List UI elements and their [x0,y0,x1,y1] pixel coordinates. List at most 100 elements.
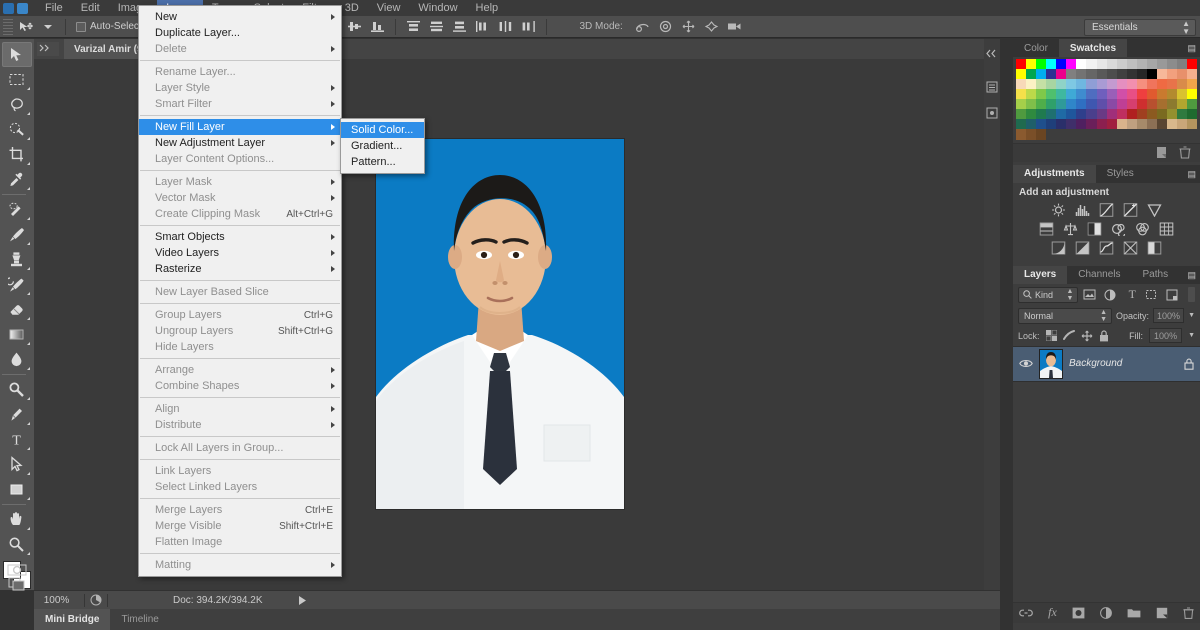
move-tool-icon[interactable] [15,18,37,36]
color-swatch[interactable] [1066,99,1077,110]
document-canvas-photo[interactable] [375,138,625,510]
color-swatch[interactable] [1076,99,1087,110]
zoom-tool-icon[interactable] [2,532,32,557]
color-swatch[interactable] [1116,69,1127,80]
gradient-map-icon[interactable] [1122,241,1139,256]
color-swatch[interactable] [1136,99,1147,110]
menu-item-layer-style[interactable]: Layer Style [139,80,341,96]
menu-item-new-layer-based-slice[interactable]: New Layer Based Slice [139,284,341,300]
color-swatch[interactable] [1177,99,1188,110]
bottom-tab-timeline[interactable]: Timeline [110,609,169,630]
tab-adjustments[interactable]: Adjustments [1013,164,1096,183]
opacity-chevron-icon[interactable]: ▼ [1188,312,1195,319]
history-brush-tool-icon[interactable] [2,272,32,297]
color-swatch[interactable] [1026,119,1037,130]
color-swatch[interactable] [1066,79,1077,90]
color-balance-icon[interactable] [1062,222,1079,237]
color-swatch[interactable] [1136,69,1147,80]
color-swatch[interactable] [1187,109,1198,120]
color-swatch[interactable] [1187,119,1198,130]
color-swatch[interactable] [1036,99,1047,110]
color-swatch[interactable] [1026,109,1037,120]
color-swatch[interactable] [1036,79,1047,90]
hand-tool-icon[interactable] [2,507,32,532]
color-swatch[interactable] [1156,69,1167,80]
color-swatch[interactable] [1166,59,1177,70]
color-swatch[interactable] [1136,109,1147,120]
color-swatch[interactable] [1086,79,1097,90]
color-swatch[interactable] [1126,89,1137,100]
rectangle-tool-icon[interactable] [2,477,32,502]
color-swatch[interactable] [1096,99,1107,110]
color-swatch[interactable] [1116,79,1127,90]
color-swatch[interactable] [1046,99,1057,110]
lock-image-pixels-icon[interactable] [1062,330,1075,341]
color-swatch[interactable] [1076,119,1087,130]
color-swatch[interactable] [1076,109,1087,120]
tab-swatches[interactable]: Swatches [1058,39,1128,57]
color-swatch[interactable] [1086,109,1097,120]
color-swatch[interactable] [1116,99,1127,110]
color-swatch[interactable] [1096,119,1107,130]
link-layers-icon[interactable] [1019,608,1033,618]
color-swatch[interactable] [1156,89,1167,100]
menu-item-layer-content-options[interactable]: Layer Content Options... [139,151,341,167]
exposure-icon[interactable] [1122,203,1139,218]
color-swatch[interactable] [1076,89,1087,100]
dock-collapse-icon[interactable] [37,42,59,56]
color-swatch[interactable] [1106,99,1117,110]
eraser-tool-icon[interactable] [2,297,32,322]
hue-saturation-icon[interactable] [1038,222,1055,237]
eyedropper-tool-icon[interactable] [2,167,32,192]
align-bottom-edges-icon[interactable] [367,18,388,36]
menu-item-distribute[interactable]: Distribute [139,417,341,433]
swatches-panel-menu-icon[interactable]: ▤ [1187,43,1196,54]
add-layer-mask-icon[interactable] [1072,607,1085,619]
blend-mode-select[interactable]: Normal ▲ ▼ [1018,307,1113,324]
color-swatch[interactable] [1146,79,1157,90]
color-swatch[interactable] [1146,99,1157,110]
menubar-item-view[interactable]: View [368,0,410,16]
layer-list[interactable]: Background [1013,345,1200,382]
color-swatch[interactable] [1136,119,1147,130]
color-swatch[interactable] [1106,69,1117,80]
doc-info-icon[interactable] [90,594,102,606]
menubar-item-help[interactable]: Help [467,0,508,16]
color-swatch[interactable] [1056,89,1067,100]
menu-item-layer-mask[interactable]: Layer Mask [139,174,341,190]
color-swatch[interactable] [1016,129,1027,140]
color-swatch[interactable] [1036,59,1047,70]
filter-adjustment-icon[interactable] [1104,289,1120,301]
delete-layer-icon[interactable] [1183,606,1194,619]
color-swatch[interactable] [1016,59,1027,70]
menu-item-group-layers[interactable]: Group Layers Ctrl+G [139,307,341,323]
color-swatch[interactable] [1166,119,1177,130]
color-swatch[interactable] [1026,59,1037,70]
3d-camera-icon[interactable] [724,18,745,36]
menubar-item-window[interactable]: Window [409,0,466,16]
adjustments-panel-menu-icon[interactable]: ▤ [1187,169,1196,180]
threshold-icon[interactable] [1098,241,1115,256]
photo-filter-icon[interactable] [1110,222,1127,237]
distribute-left-edges-icon[interactable] [472,18,493,36]
color-swatch[interactable] [1177,109,1188,120]
color-swatch[interactable] [1116,59,1127,70]
menu-item-rename-layer[interactable]: Rename Layer... [139,64,341,80]
spot-healing-brush-tool-icon[interactable] [2,197,32,222]
submenu-item-pattern[interactable]: Pattern... [341,154,424,170]
channel-mixer-icon[interactable] [1134,222,1151,237]
menu-item-link-layers[interactable]: Link Layers [139,463,341,479]
color-swatch[interactable] [1187,59,1198,70]
color-swatch[interactable] [1026,99,1037,110]
3d-pan-icon[interactable] [678,18,699,36]
color-swatch[interactable] [1126,59,1137,70]
layer-style-icon[interactable]: fx [1048,605,1057,620]
color-swatch[interactable] [1126,119,1137,130]
move-tool-icon[interactable] [2,42,32,67]
crop-tool-icon[interactable] [2,142,32,167]
color-swatch[interactable] [1026,129,1037,140]
color-swatch[interactable] [1046,89,1057,100]
brush-tool-icon[interactable] [2,222,32,247]
color-swatch[interactable] [1066,89,1077,100]
filter-smartobject-icon[interactable] [1166,289,1182,301]
